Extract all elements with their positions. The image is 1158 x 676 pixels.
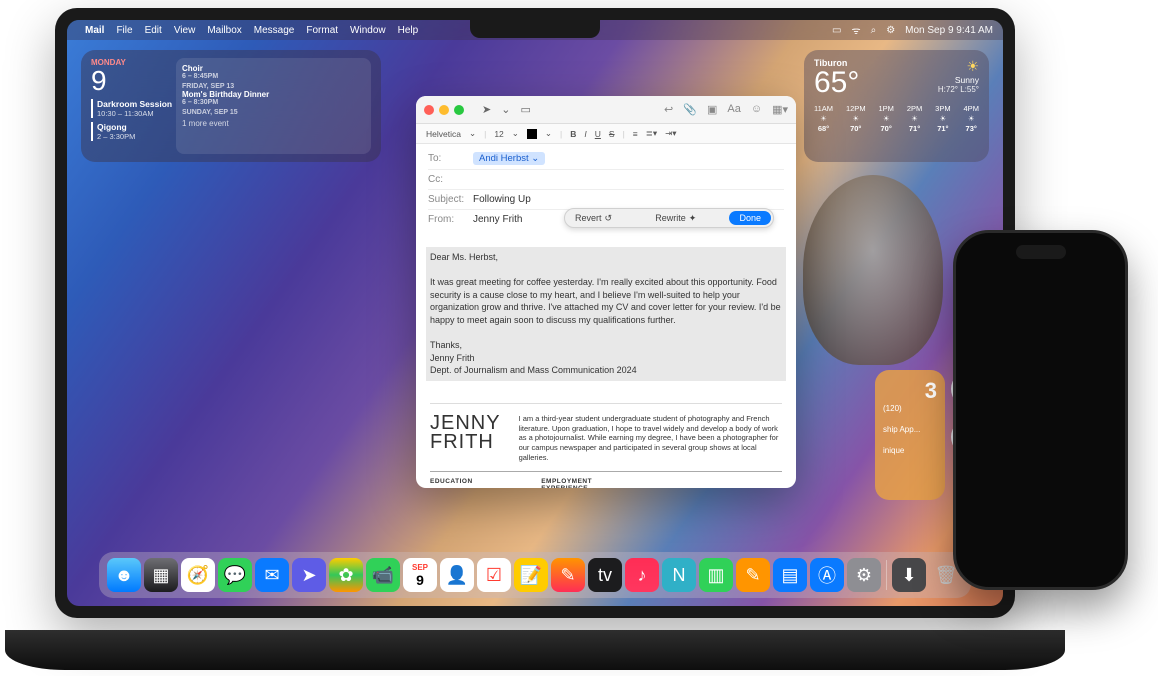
display-notch [470,20,600,38]
iphone-device [953,230,1128,590]
tv-icon[interactable]: tv [588,558,622,592]
wifi-icon[interactable]: ᯤ [851,23,860,37]
menu-file[interactable]: File [116,25,132,36]
minimize-window-button[interactable] [439,105,449,115]
header-fields-icon[interactable]: ▭ [520,103,530,116]
resume-attachment: JENNY FRITH I am a third-year student un… [430,403,782,463]
reply-icon[interactable]: ↩ [664,103,673,116]
subject-label: Subject: [428,194,473,205]
format-toolbar: Helvetica⌄ | 12⌄ ⌄ | B I U S | ≡ ≣▾ ⇥▾ [416,124,796,144]
menu-mailbox[interactable]: Mailbox [207,25,241,36]
calendar-event: Darkroom Session 10:30 – 11:30AM [91,99,176,118]
zoom-window-button[interactable] [454,105,464,115]
menubar-clock[interactable]: Mon Sep 9 9:41 AM [905,25,993,36]
align-button[interactable]: ≡ [633,129,638,139]
undo-icon: ↺ [605,213,613,224]
menu-message[interactable]: Message [254,25,295,36]
attach-icon[interactable]: 📎 [683,103,697,116]
revert-button[interactable]: Revert ↺ [565,213,622,224]
maps-icon[interactable]: ➤ [292,558,326,592]
app-name[interactable]: Mail [85,25,104,36]
mail-compose-window: ➤ ⌄ ▭ ↩ 📎 ▣ Aa ☺ ▦▾ Helvetica⌄ | 12⌄ ⌄ [416,96,796,488]
appstore-icon[interactable]: Ⓐ [810,558,844,592]
freeform-icon[interactable]: ✎ [551,558,585,592]
menu-help[interactable]: Help [398,25,419,36]
writing-tools-bar: Revert ↺ Rewrite ✦ Done [564,208,774,228]
font-selector[interactable]: Helvetica [426,129,461,139]
menu-view[interactable]: View [174,25,196,36]
reminders-count: 3 [883,378,937,404]
font-size-selector[interactable]: 12 [494,129,503,139]
done-button[interactable]: Done [729,211,771,225]
recipient-token[interactable]: Andi Herbst ⌄ [473,152,545,165]
reminders-widget[interactable]: 3 (120) ship App... inique [875,370,945,500]
wallpaper-cat-image [803,175,943,365]
photos-icon[interactable]: ✿ [329,558,363,592]
weather-widget[interactable]: Tiburon 65° ☀ Sunny H:72° L:55° 11AM☀68°… [804,50,989,162]
news-icon[interactable]: N [662,558,696,592]
to-label: To: [428,153,473,164]
weather-condition: Sunny [938,75,979,85]
send-icon[interactable]: ➤ [482,103,491,116]
calendar-date: 9 [91,67,176,95]
dock-separator [886,560,887,590]
hourly-forecast: 11AM☀68° 12PM☀70° 1PM☀70° 2PM☀71° 3PM☀71… [814,104,979,133]
reminders-icon[interactable]: ☑ [477,558,511,592]
markup-icon[interactable]: ▦▾ [772,103,788,116]
list-button[interactable]: ≣▾ [646,128,657,139]
sun-icon: ☀ [938,58,979,75]
calendar-event: Qigong 2 – 3:30PM [91,122,176,141]
underline-button[interactable]: U [595,129,601,139]
calendar-widget[interactable]: MONDAY 9 Darkroom Session 10:30 – 11:30A… [81,50,381,162]
notes-icon[interactable]: 📝 [514,558,548,592]
settings-icon[interactable]: ⚙ [847,558,881,592]
menu-edit[interactable]: Edit [145,25,162,36]
macbook-frame: Mail File Edit View Mailbox Message Form… [55,8,1015,618]
calendar-icon[interactable]: SEP9 [403,558,437,592]
contacts-icon[interactable]: 👤 [440,558,474,592]
cc-label: Cc: [428,174,473,185]
message-body[interactable]: Dear Ms. Herbst, It was great meeting fo… [416,233,796,395]
control-center-icon[interactable]: ⚙ [886,25,895,36]
laptop-base [5,630,1065,670]
from-value[interactable]: Jenny Frith [473,214,522,225]
mail-icon[interactable]: ✉ [255,558,289,592]
launchpad-icon[interactable]: ▦ [144,558,178,592]
close-window-button[interactable] [424,105,434,115]
bold-button[interactable]: B [570,129,576,139]
keynote-icon[interactable]: ▤ [773,558,807,592]
format-icon[interactable]: Aa [727,103,740,116]
dock: ☻ ▦ 🧭 💬 ✉ ➤ ✿ 📹 SEP9 👤 ☑ 📝 ✎ tv ♪ N ▥ ✎ … [99,552,971,598]
menu-window[interactable]: Window [350,25,386,36]
from-label: From: [428,214,473,225]
desktop-screen: Mail File Edit View Mailbox Message Form… [67,20,1003,606]
photo-icon[interactable]: ▣ [707,103,717,116]
calendar-more-link[interactable]: 1 more event [182,119,365,128]
menu-format[interactable]: Format [306,25,338,36]
chevron-down-icon[interactable]: ⌄ [501,103,510,116]
window-titlebar[interactable]: ➤ ⌄ ▭ ↩ 📎 ▣ Aa ☺ ▦▾ [416,96,796,124]
numbers-icon[interactable]: ▥ [699,558,733,592]
safari-icon[interactable]: 🧭 [181,558,215,592]
spotlight-icon[interactable]: ⌕ [871,25,877,36]
indent-button[interactable]: ⇥▾ [665,128,676,139]
pages-icon[interactable]: ✎ [736,558,770,592]
subject-input[interactable]: Following Up [473,194,531,205]
emoji-icon[interactable]: ☺ [751,103,762,116]
text-color-swatch[interactable] [527,129,537,139]
rewrite-button[interactable]: Rewrite ✦ [622,213,729,224]
music-icon[interactable]: ♪ [625,558,659,592]
finder-icon[interactable]: ☻ [107,558,141,592]
sparkle-icon: ✦ [689,213,697,224]
italic-button[interactable]: I [584,129,586,139]
messages-icon[interactable]: 💬 [218,558,252,592]
strike-button[interactable]: S [609,129,615,139]
facetime-icon[interactable]: 📹 [366,558,400,592]
downloads-icon[interactable]: ⬇ [892,558,926,592]
battery-icon[interactable]: ▭ [832,25,841,36]
weather-high-low: H:72° L:55° [938,85,979,94]
